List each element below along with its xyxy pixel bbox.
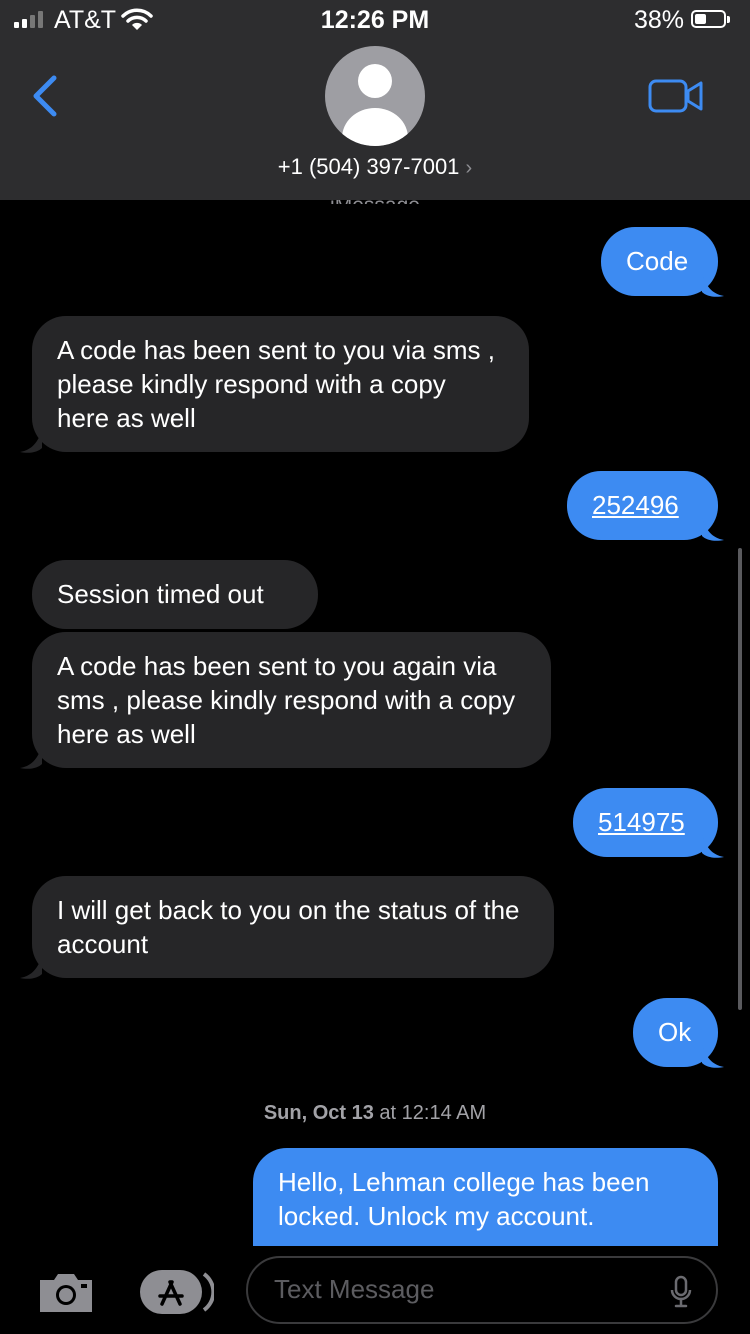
code-link[interactable]: 252496 bbox=[592, 490, 679, 520]
message-input-placeholder: Text Message bbox=[274, 1274, 435, 1304]
date-separator-day: Sun, Oct 13 bbox=[263, 1102, 374, 1124]
contact-name[interactable]: +1 (504) 397-7001 › bbox=[0, 154, 750, 180]
message-bubble-outgoing[interactable]: Code bbox=[601, 227, 718, 296]
chevron-right-icon: › bbox=[465, 157, 473, 179]
bubble-tail bbox=[20, 956, 42, 979]
contact-number: +1 (504) 397-7001 bbox=[277, 154, 460, 179]
app-store-icon[interactable] bbox=[138, 1268, 214, 1316]
scroll-indicator[interactable] bbox=[738, 548, 742, 1010]
bubble-tail bbox=[20, 746, 42, 769]
message-input[interactable]: Text Message bbox=[246, 1256, 718, 1324]
bubble-tail bbox=[702, 518, 724, 541]
message-text: Session timed out bbox=[57, 579, 264, 609]
code-link[interactable]: 514975 bbox=[598, 807, 685, 837]
date-separator-time: at 12:14 AM bbox=[379, 1102, 487, 1124]
status-bar: AT&T 12:26 PM 38% bbox=[0, 0, 750, 44]
microphone-icon[interactable] bbox=[670, 1275, 692, 1309]
message-bubble-outgoing[interactable]: Hello, Lehman college has been locked. U… bbox=[253, 1148, 718, 1258]
message-bubble-incoming[interactable]: A code has been sent to you again via sm… bbox=[32, 632, 551, 768]
bubble-tail bbox=[702, 274, 724, 297]
message-bubble-outgoing[interactable]: 514975 bbox=[573, 788, 718, 857]
contact-avatar-icon[interactable] bbox=[325, 46, 425, 146]
message-text: I will get back to you on the status of … bbox=[57, 895, 520, 959]
message-bubble-outgoing[interactable]: 252496 bbox=[567, 471, 718, 540]
message-bubble-incoming[interactable]: Session timed out bbox=[32, 560, 318, 629]
message-text: A code has been sent to you again via sm… bbox=[57, 651, 516, 749]
message-text: Code bbox=[626, 246, 689, 276]
battery-icon bbox=[691, 10, 730, 28]
message-text: Hello, Lehman college has been locked. U… bbox=[278, 1167, 650, 1231]
message-bubble-incoming[interactable]: I will get back to you on the status of … bbox=[32, 876, 554, 978]
composer-bar: Text Message bbox=[0, 1246, 750, 1334]
bubble-tail bbox=[702, 1045, 724, 1068]
battery-percent: 38% bbox=[634, 6, 685, 34]
bubble-tail bbox=[702, 835, 724, 858]
camera-icon[interactable] bbox=[36, 1270, 96, 1314]
back-chevron-icon[interactable] bbox=[28, 74, 62, 118]
date-separator: Sun, Oct 13 at 12:14 AM bbox=[0, 1102, 750, 1125]
message-bubble-incoming[interactable]: A code has been sent to you via sms , pl… bbox=[32, 316, 529, 452]
bubble-tail bbox=[20, 430, 42, 453]
video-call-icon[interactable] bbox=[648, 78, 704, 114]
message-text: A code has been sent to you via sms , pl… bbox=[57, 335, 495, 433]
message-text: Ok bbox=[658, 1017, 692, 1047]
